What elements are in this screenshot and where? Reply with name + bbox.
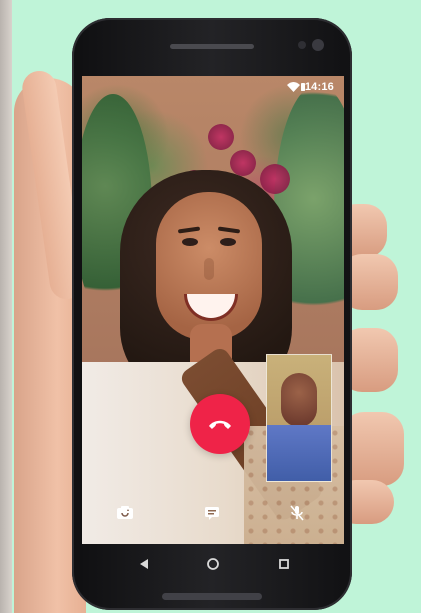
call-screen — [82, 76, 344, 544]
status-icons — [287, 82, 305, 92]
back-triangle-icon — [140, 559, 148, 569]
top-speaker — [170, 44, 254, 49]
home-circle-icon — [207, 558, 219, 570]
right-eyebrow — [217, 226, 241, 234]
message-icon — [205, 507, 219, 520]
smile — [184, 294, 238, 321]
wifi-icon — [287, 82, 300, 92]
self-preview-shirt — [267, 425, 331, 481]
call-controls — [82, 502, 344, 526]
android-navigation-bar — [82, 544, 344, 586]
flower-cluster — [230, 150, 256, 176]
remote-caller-face — [156, 192, 262, 340]
front-camera-dot — [298, 41, 306, 49]
front-camera-lens — [312, 39, 324, 51]
left-eyebrow — [177, 226, 201, 234]
mute-button[interactable] — [286, 502, 308, 524]
flower-cluster — [208, 124, 234, 150]
recent-square-icon — [279, 559, 289, 569]
message-button[interactable] — [201, 502, 223, 524]
camera-switch-button[interactable] — [114, 502, 136, 524]
self-preview-video[interactable] — [266, 354, 332, 482]
left-edge-strip — [0, 0, 12, 613]
nose — [204, 258, 214, 280]
left-eye — [182, 238, 198, 246]
end-call-button[interactable] — [190, 394, 250, 454]
status-bar: 14:16 — [82, 76, 344, 100]
mute-mic-icon — [290, 505, 304, 521]
video-call-scene: 14:16 — [0, 0, 421, 613]
home-button[interactable] — [203, 554, 223, 574]
bottom-speaker — [162, 593, 262, 600]
status-time: 14:16 — [304, 81, 334, 93]
self-preview-face — [281, 373, 317, 427]
right-eye — [220, 238, 236, 246]
flower-cluster — [260, 164, 290, 194]
recent-apps-button[interactable] — [274, 554, 294, 574]
back-button[interactable] — [134, 554, 154, 574]
smartphone: 14:16 — [72, 18, 352, 610]
phone-hangup-icon — [209, 420, 231, 429]
camera-switch-icon — [117, 506, 133, 519]
